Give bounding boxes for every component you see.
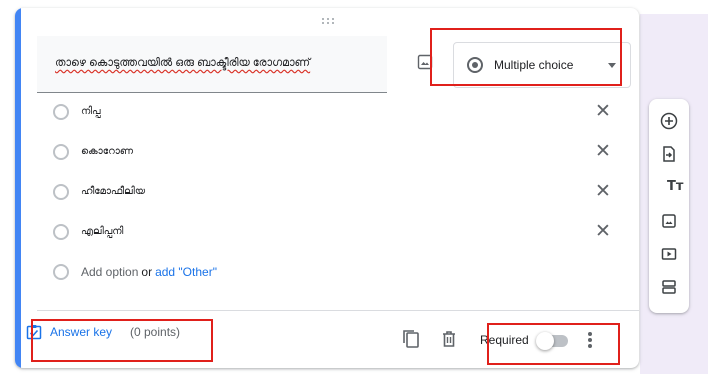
close-icon[interactable]: ✕	[591, 140, 615, 164]
option-label[interactable]: കൊറോണ	[81, 146, 133, 157]
question-type-label: Multiple choice	[494, 58, 574, 72]
close-icon[interactable]: ✕	[591, 180, 615, 204]
option-label[interactable]: ഹീമോഫീലിയ	[81, 186, 145, 197]
footer-divider	[37, 310, 639, 311]
delete-icon[interactable]	[440, 329, 458, 349]
drag-handle-icon[interactable]	[321, 17, 335, 27]
add-option-button[interactable]: Add option	[81, 265, 138, 279]
video-icon[interactable]	[659, 244, 679, 264]
title-icon[interactable]: Tт	[659, 179, 683, 199]
question-title-text: താഴെ കൊടുത്തവയിൽ ഒരു ബാക്ടീരിയ രോഗമാണ്	[55, 57, 311, 69]
add-option-line: Add option or add "Other"	[81, 265, 217, 279]
option-label[interactable]: നിപ്പ	[81, 106, 101, 117]
required-label: Required	[480, 333, 529, 347]
question-type-dropdown[interactable]: Multiple choice	[453, 42, 631, 88]
title-glyph: Tт	[667, 179, 684, 194]
option-row[interactable]: ഹീമോഫീലിയ ✕	[37, 178, 637, 208]
section-icon[interactable]	[659, 277, 679, 297]
floating-toolbar: Tт	[649, 99, 689, 313]
answer-key-icon	[26, 325, 42, 340]
card-accent-bar	[15, 8, 21, 368]
toggle-thumb	[536, 332, 554, 350]
option-radio-icon	[53, 184, 69, 200]
chevron-down-icon	[608, 63, 616, 68]
add-question-icon[interactable]	[659, 111, 679, 131]
import-questions-icon[interactable]	[659, 144, 679, 164]
radio-button-icon	[467, 57, 483, 73]
question-title-field[interactable]: താഴെ കൊടുത്തവയിൽ ഒരു ബാക്ടീരിയ രോഗമാണ്	[37, 36, 387, 93]
required-toggle[interactable]	[536, 332, 568, 350]
more-vert-icon[interactable]	[586, 330, 594, 350]
option-radio-icon	[53, 104, 69, 120]
option-radio-icon	[53, 144, 69, 160]
add-option-or: or	[141, 265, 153, 279]
add-option-row[interactable]: Add option or add "Other"	[37, 258, 637, 288]
points-label: (0 points)	[130, 325, 181, 339]
option-radio-icon	[53, 264, 69, 280]
question-card[interactable]: താഴെ കൊടുത്തവയിൽ ഒരു ബാക്ടീരിയ രോഗമാണ് M…	[15, 8, 639, 368]
option-label[interactable]: എലിപ്പനി	[81, 226, 123, 237]
close-icon[interactable]: ✕	[591, 100, 615, 124]
option-row[interactable]: നിപ്പ ✕	[37, 98, 637, 128]
add-other-link[interactable]: add "Other"	[155, 265, 217, 279]
option-row[interactable]: എലിപ്പനി ✕	[37, 218, 637, 248]
option-radio-icon	[53, 224, 69, 240]
close-icon[interactable]: ✕	[591, 220, 615, 244]
image-icon[interactable]	[417, 54, 433, 70]
duplicate-icon[interactable]	[402, 329, 420, 349]
answer-key-label: Answer key	[50, 325, 113, 339]
image-icon[interactable]	[659, 211, 679, 231]
option-row[interactable]: കൊറോണ ✕	[37, 138, 637, 168]
